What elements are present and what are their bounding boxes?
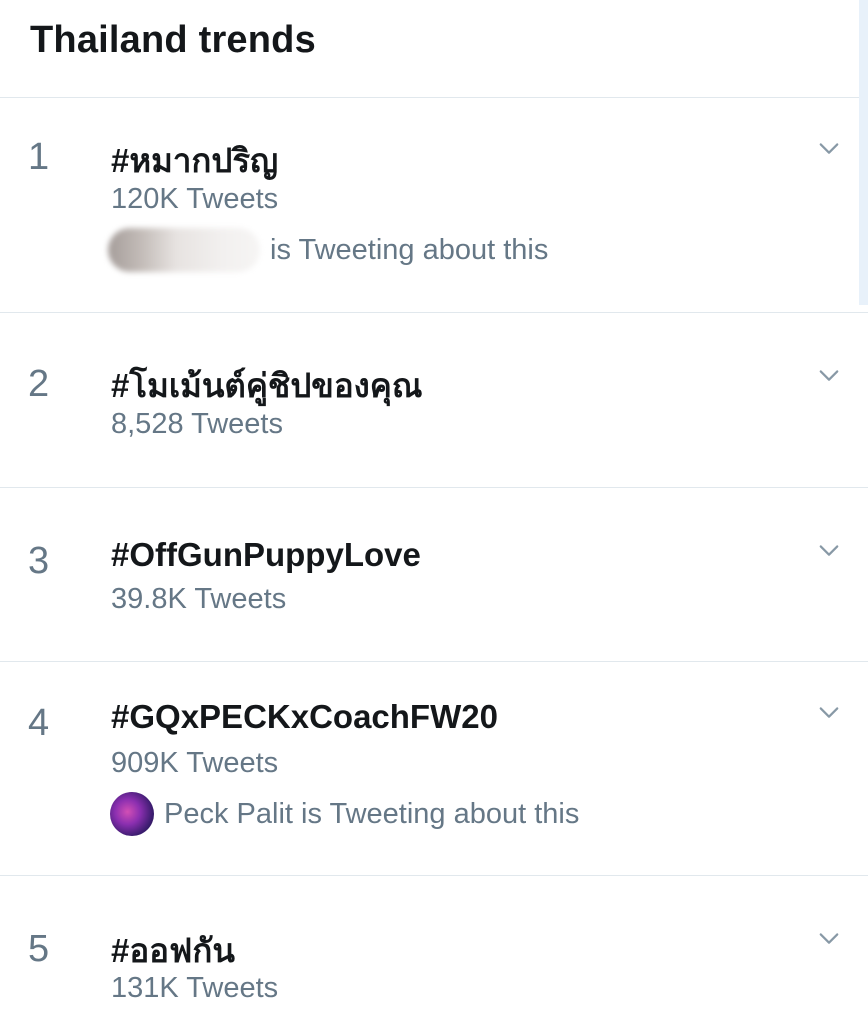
trend-item-2[interactable]: 2 #โมเม้นต์คู่ชิปของคุณ 8,528 Tweets (0, 313, 868, 488)
trend-tweet-count: 8,528 Tweets (111, 408, 283, 440)
chevron-down-icon[interactable] (818, 540, 840, 562)
trend-item-3[interactable]: 3 #OffGunPuppyLove 39.8K Tweets (0, 488, 868, 662)
trend-context-text: Peck Palit is Tweeting about this (164, 797, 580, 830)
trend-rank: 1 (28, 136, 50, 178)
page-title: Thailand trends (30, 19, 316, 61)
blurred-user-avatar (108, 228, 260, 272)
trend-item-4[interactable]: 4 #GQxPECKxCoachFW20 909K Tweets Peck Pa… (0, 662, 868, 876)
trend-rank: 2 (28, 363, 50, 405)
trend-name[interactable]: #โมเม้นต์คู่ชิปของคุณ (111, 359, 422, 412)
trend-context: is Tweeting about this (108, 228, 548, 272)
chevron-down-icon[interactable] (818, 365, 840, 387)
trend-tweet-count: 909K Tweets (111, 747, 279, 779)
trend-name[interactable]: #หมากปริญ (111, 134, 278, 187)
trend-context-text: is Tweeting about this (270, 233, 549, 266)
trend-tweet-count: 131K Tweets (111, 972, 279, 1004)
chevron-down-icon[interactable] (818, 928, 840, 950)
trends-page: Thailand trends 1 #หมากปริญ 120K Tweets … (0, 0, 868, 1032)
trend-name[interactable]: #GQxPECKxCoachFW20 (111, 698, 498, 736)
trend-name[interactable]: #OffGunPuppyLove (111, 536, 421, 574)
chevron-down-icon[interactable] (818, 702, 840, 724)
trend-rank: 3 (28, 540, 50, 582)
trend-tweet-count: 39.8K Tweets (111, 583, 287, 615)
chevron-down-icon[interactable] (818, 138, 840, 160)
trend-rank: 4 (28, 702, 50, 744)
trend-item-5[interactable]: 5 #ออฟกัน 131K Tweets (0, 876, 868, 1032)
trend-rank: 5 (28, 928, 50, 970)
trend-context: Peck Palit is Tweeting about this (108, 792, 579, 836)
trend-name[interactable]: #ออฟกัน (111, 924, 235, 977)
trend-tweet-count: 120K Tweets (111, 183, 279, 215)
trends-header: Thailand trends (0, 0, 868, 98)
trend-item-1[interactable]: 1 #หมากปริญ 120K Tweets is Tweeting abou… (0, 98, 868, 313)
avatar[interactable] (110, 792, 154, 836)
